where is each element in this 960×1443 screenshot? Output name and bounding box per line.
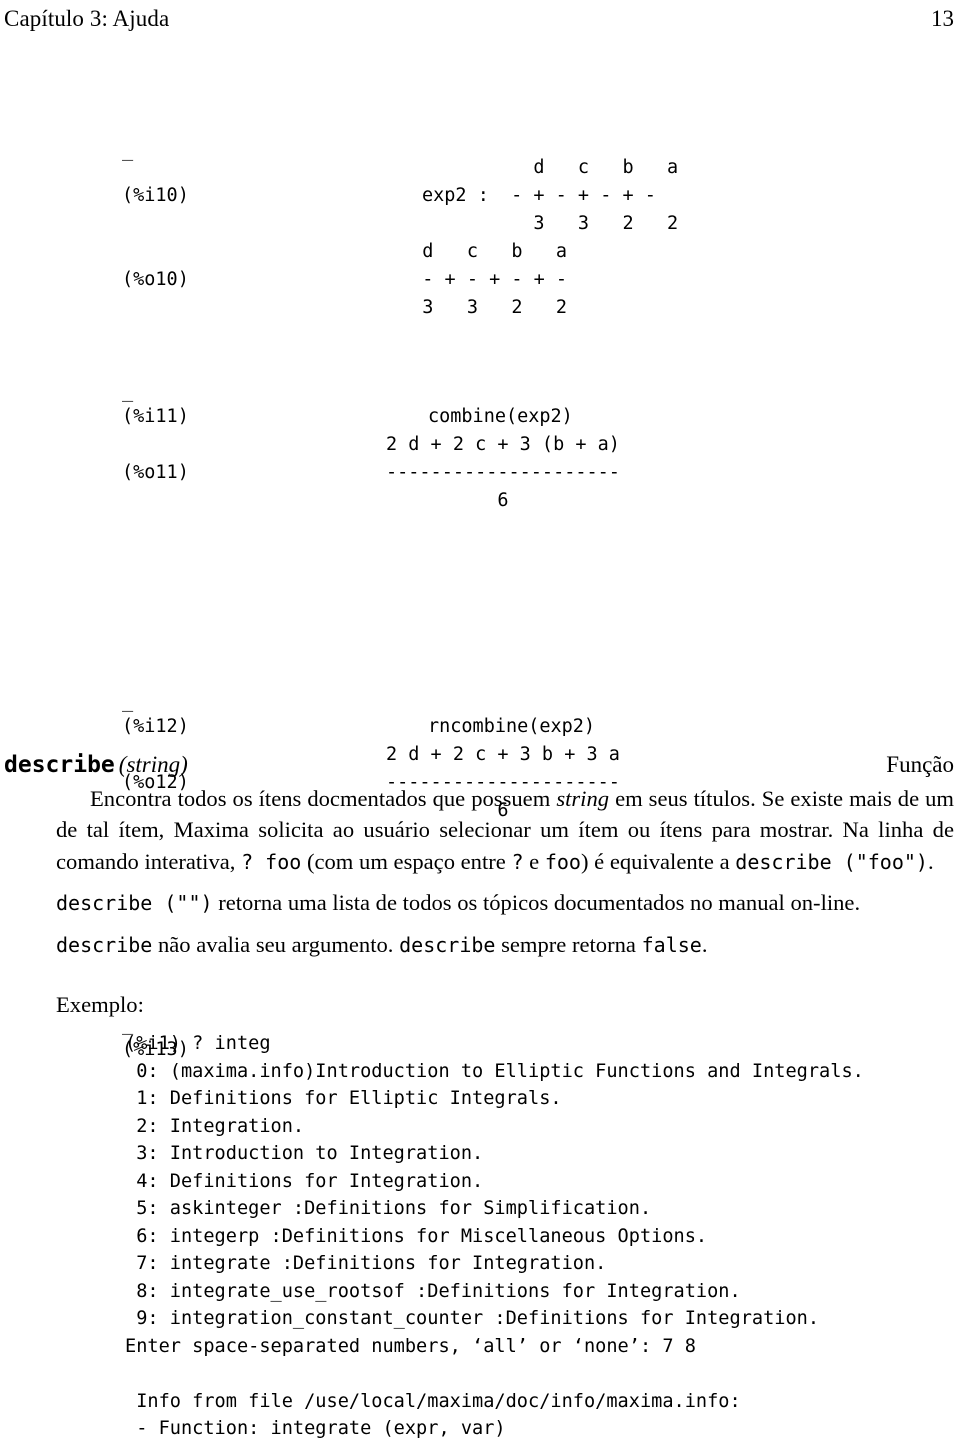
i10-prompt-label: (%i10) [122,185,189,206]
transcript-line: Info from file /use/local/maxima/doc/inf… [125,1390,741,1412]
p3-text-1: não avalia seu argumento. [152,931,400,957]
continuation-dash: _ [122,691,134,712]
session-block-i11: _ (%i11) combine(exp2) 2 d + 2 c + 3 (b … [122,321,882,511]
continuation-dash: _ [122,381,134,402]
i10-expr-line-3: 3 3 2 2 [422,213,679,234]
p1-code-4: describe ("foo") [735,849,928,874]
transcript-line: 9: integration_constant_counter :Definit… [125,1308,820,1329]
p1-code-2: ? [511,849,524,874]
o10-output-label: (%o10) [122,269,189,290]
body-paragraph-1: Encontra todos os ítens docmentados que … [56,783,954,878]
o10-expr-line-3: 3 3 2 2 [400,297,568,318]
p1-text-6: . [927,848,934,874]
page-header: Capítulo 3: Ajuda 13 [0,6,960,40]
p3-code-2: describe [399,932,496,957]
i12-expr-line-1: rncombine(exp2) [428,716,596,737]
definition-arguments: (string) [118,752,188,777]
i12-prompt-label: (%i12) [122,716,189,737]
transcript-line: 1: Definitions for Elliptic Integrals. [125,1088,562,1109]
transcript-line: 7: integrate :Definitions for Integratio… [125,1253,607,1274]
p1-code-3: foo [544,849,581,874]
p1-text-1: Encontra todos os ítens docmentados que … [90,786,557,811]
transcript-line: (%i1) ? integ [125,1033,271,1054]
transcript-line: Enter space-separated numbers, ‘all’ or … [125,1335,696,1357]
p1-code-1: ? foo [241,849,302,874]
transcript-line: - Function: integrate (expr, var) [125,1418,506,1439]
p1-text-5: ) é equivalente a [580,848,736,874]
example-transcript: (%i1) ? integ 0: (maxima.info)Introducti… [125,1030,955,1443]
transcript-line: 5: askinteger :Definitions for Simplific… [125,1198,652,1219]
p2-text-1: retorna uma lista de todos os tópicos do… [212,890,861,916]
maxima-session-top: _ d c b a (%i10) exp2 : - + - + - + - 3 … [122,140,882,1060]
definition-category: Função [886,752,954,777]
session-block-i13: _ (%i13) [122,621,882,1060]
p3-text-3: . [701,931,708,957]
continuation-dash: _ [122,140,134,161]
transcript-blank-line [125,1360,955,1388]
body-paragraph-3: describe não avalia seu argumento. descr… [56,929,954,961]
transcript-line: 0: (maxima.info)Introduction to Elliptic… [125,1060,864,1082]
p3-code-3: false [641,932,702,957]
p3-code-1: describe [56,932,153,957]
session-block-i10: _ d c b a (%i10) exp2 : - + - + - + - 3 … [122,140,882,321]
running-header-title: Capítulo 3: Ajuda [4,6,170,31]
page-number: 13 [931,6,954,31]
p1-text-4: e [523,848,545,874]
definition-name: describe [4,752,115,778]
o11-expr-numerator: 2 d + 2 c + 3 (b + a) [386,434,620,455]
o10-expr-line-1: d c b a [400,241,568,262]
i10-expr-line-2: exp2 : - + - + - + - [422,185,656,206]
transcript-line: 8: integrate_use_rootsof :Definitions fo… [125,1280,741,1302]
p3-text-2: sempre retorna [495,931,642,957]
transcript-line: 4: Definitions for Integration. [125,1170,484,1192]
o10-expr-line-2: - + - + - + - [400,269,568,290]
p1-text-3: (com um espaço entre [301,848,512,874]
transcript-line: 2: Integration. [125,1115,305,1137]
i11-prompt-label: (%i11) [122,406,189,427]
p2-code-1: describe ("") [56,891,213,916]
i10-expr-line-1: d c b a [422,157,679,178]
session-block-i12: _ (%i12) rncombine(exp2) 2 d + 2 c + 3 b… [122,471,882,821]
i11-expr-line-1: combine(exp2) [428,406,573,427]
transcript-line: 6: integerp :Definitions for Miscellaneo… [125,1225,708,1247]
p1-italic-string: string [556,786,610,811]
transcript-line: 3: Introduction to Integration. [125,1143,484,1164]
body-paragraph-2: describe ("") retorna uma lista de todos… [56,887,954,919]
definition-body: Encontra todos os ítens docmentados que … [56,783,954,961]
exemplo-label: Exemplo: [56,992,144,1017]
function-definition-heading: describe (string) Função [4,752,956,784]
